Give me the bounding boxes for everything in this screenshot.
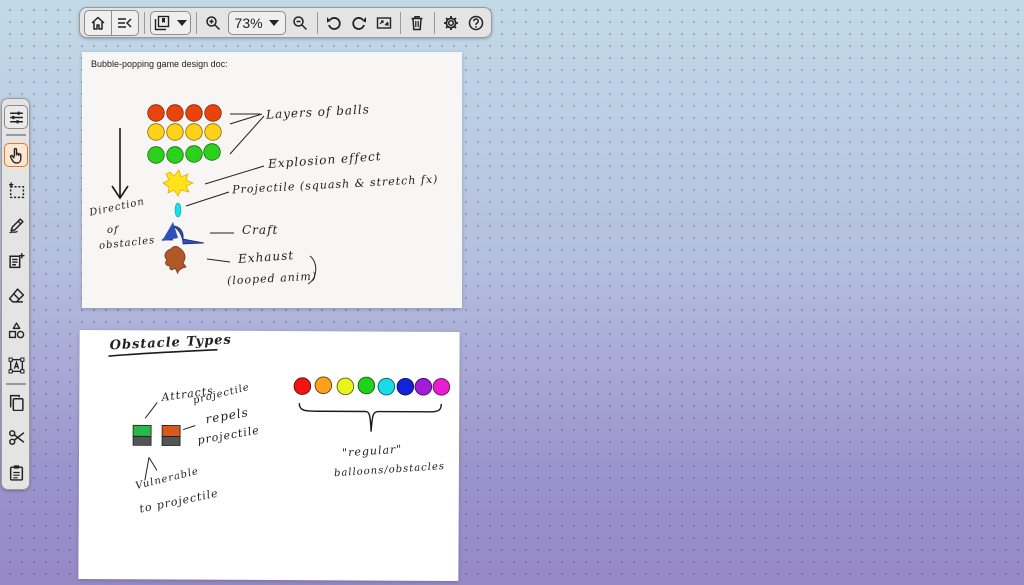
slides-menu-icon: [118, 17, 132, 28]
pen-tool-button[interactable]: [4, 213, 28, 237]
cut-button[interactable]: [4, 425, 28, 449]
projectile: [174, 202, 182, 218]
trash-icon: [411, 15, 423, 30]
select-marquee-icon: [8, 182, 24, 198]
eraser-tool-button[interactable]: [4, 283, 28, 307]
pointer-tool-button[interactable]: [4, 143, 28, 167]
toolbar-separator: [144, 11, 145, 34]
toolbar-separator: [316, 11, 318, 34]
paste-icon: [9, 464, 23, 481]
delete-button[interactable]: [406, 11, 428, 35]
select-tool-button[interactable]: [4, 178, 28, 202]
add-text-icon: [8, 252, 24, 268]
label-craft: Craft: [242, 223, 279, 237]
pointer-hand-icon: [9, 147, 21, 164]
eraser-icon: [8, 287, 24, 303]
exhaust: [164, 246, 187, 275]
help-button[interactable]: [465, 11, 487, 35]
settings-button[interactable]: [439, 11, 461, 35]
add-text-button[interactable]: [4, 248, 28, 272]
ball-row-red: [147, 104, 222, 122]
shapes-tool-button[interactable]: [4, 318, 28, 342]
settings-icon: [443, 15, 458, 30]
zoom-in-icon: [206, 15, 221, 30]
top-toolbar: 73%: [79, 7, 492, 38]
nav-group: [84, 9, 139, 36]
redo-button[interactable]: [348, 11, 370, 35]
chevron-down-icon: [269, 19, 280, 26]
zoom-level-value: 73%: [234, 14, 263, 31]
chevron-down-icon: [176, 19, 187, 26]
undo-icon: [326, 16, 341, 30]
page-layout-icon: [155, 15, 170, 30]
undo-button[interactable]: [322, 11, 344, 35]
text-box-tool-button[interactable]: [4, 353, 28, 377]
repel-block: [161, 425, 181, 437]
design-doc-card[interactable]: Bubble-popping game design doc: Layers o…: [82, 52, 462, 308]
toolbar-separator: [196, 11, 198, 34]
zoom-in-button[interactable]: [202, 11, 224, 35]
regular-balloons: [293, 376, 451, 396]
tool-options-button[interactable]: [4, 105, 28, 129]
zoom-level-select[interactable]: 73%: [227, 10, 287, 35]
label-direction-of: of: [107, 225, 119, 236]
paste-button[interactable]: [4, 460, 28, 484]
pen-icon: [8, 217, 24, 233]
obstacle-types-card[interactable]: Obstacle Types Attracts projectile repel…: [78, 330, 460, 581]
ball-row-yellow: [147, 123, 222, 141]
fit-screen-button[interactable]: [373, 11, 395, 35]
zoom-out-button[interactable]: [289, 11, 311, 35]
help-icon: [468, 15, 484, 30]
text-box-icon: [8, 357, 24, 373]
scissors-icon: [8, 429, 24, 445]
home-button[interactable]: [85, 11, 111, 35]
toolbar-separator: [6, 383, 26, 385]
slides-menu-button[interactable]: [112, 11, 138, 35]
toolbar-separator: [433, 11, 435, 34]
copy-icon: [9, 394, 24, 411]
toolbar-separator: [400, 11, 402, 34]
page-layout-dropdown[interactable]: [149, 10, 192, 35]
home-icon: [91, 16, 105, 30]
redo-icon: [352, 16, 366, 30]
shapes-icon: [8, 321, 24, 338]
fit-screen-icon: [376, 16, 392, 29]
copy-button[interactable]: [4, 390, 28, 414]
left-toolbar: [1, 98, 30, 490]
sliders-icon: [9, 111, 23, 123]
explosion-effect: [162, 169, 195, 197]
attract-block: [132, 424, 152, 437]
zoom-out-icon: [293, 15, 308, 30]
ball-row-green: [147, 143, 221, 164]
toolbar-separator: [6, 134, 26, 136]
